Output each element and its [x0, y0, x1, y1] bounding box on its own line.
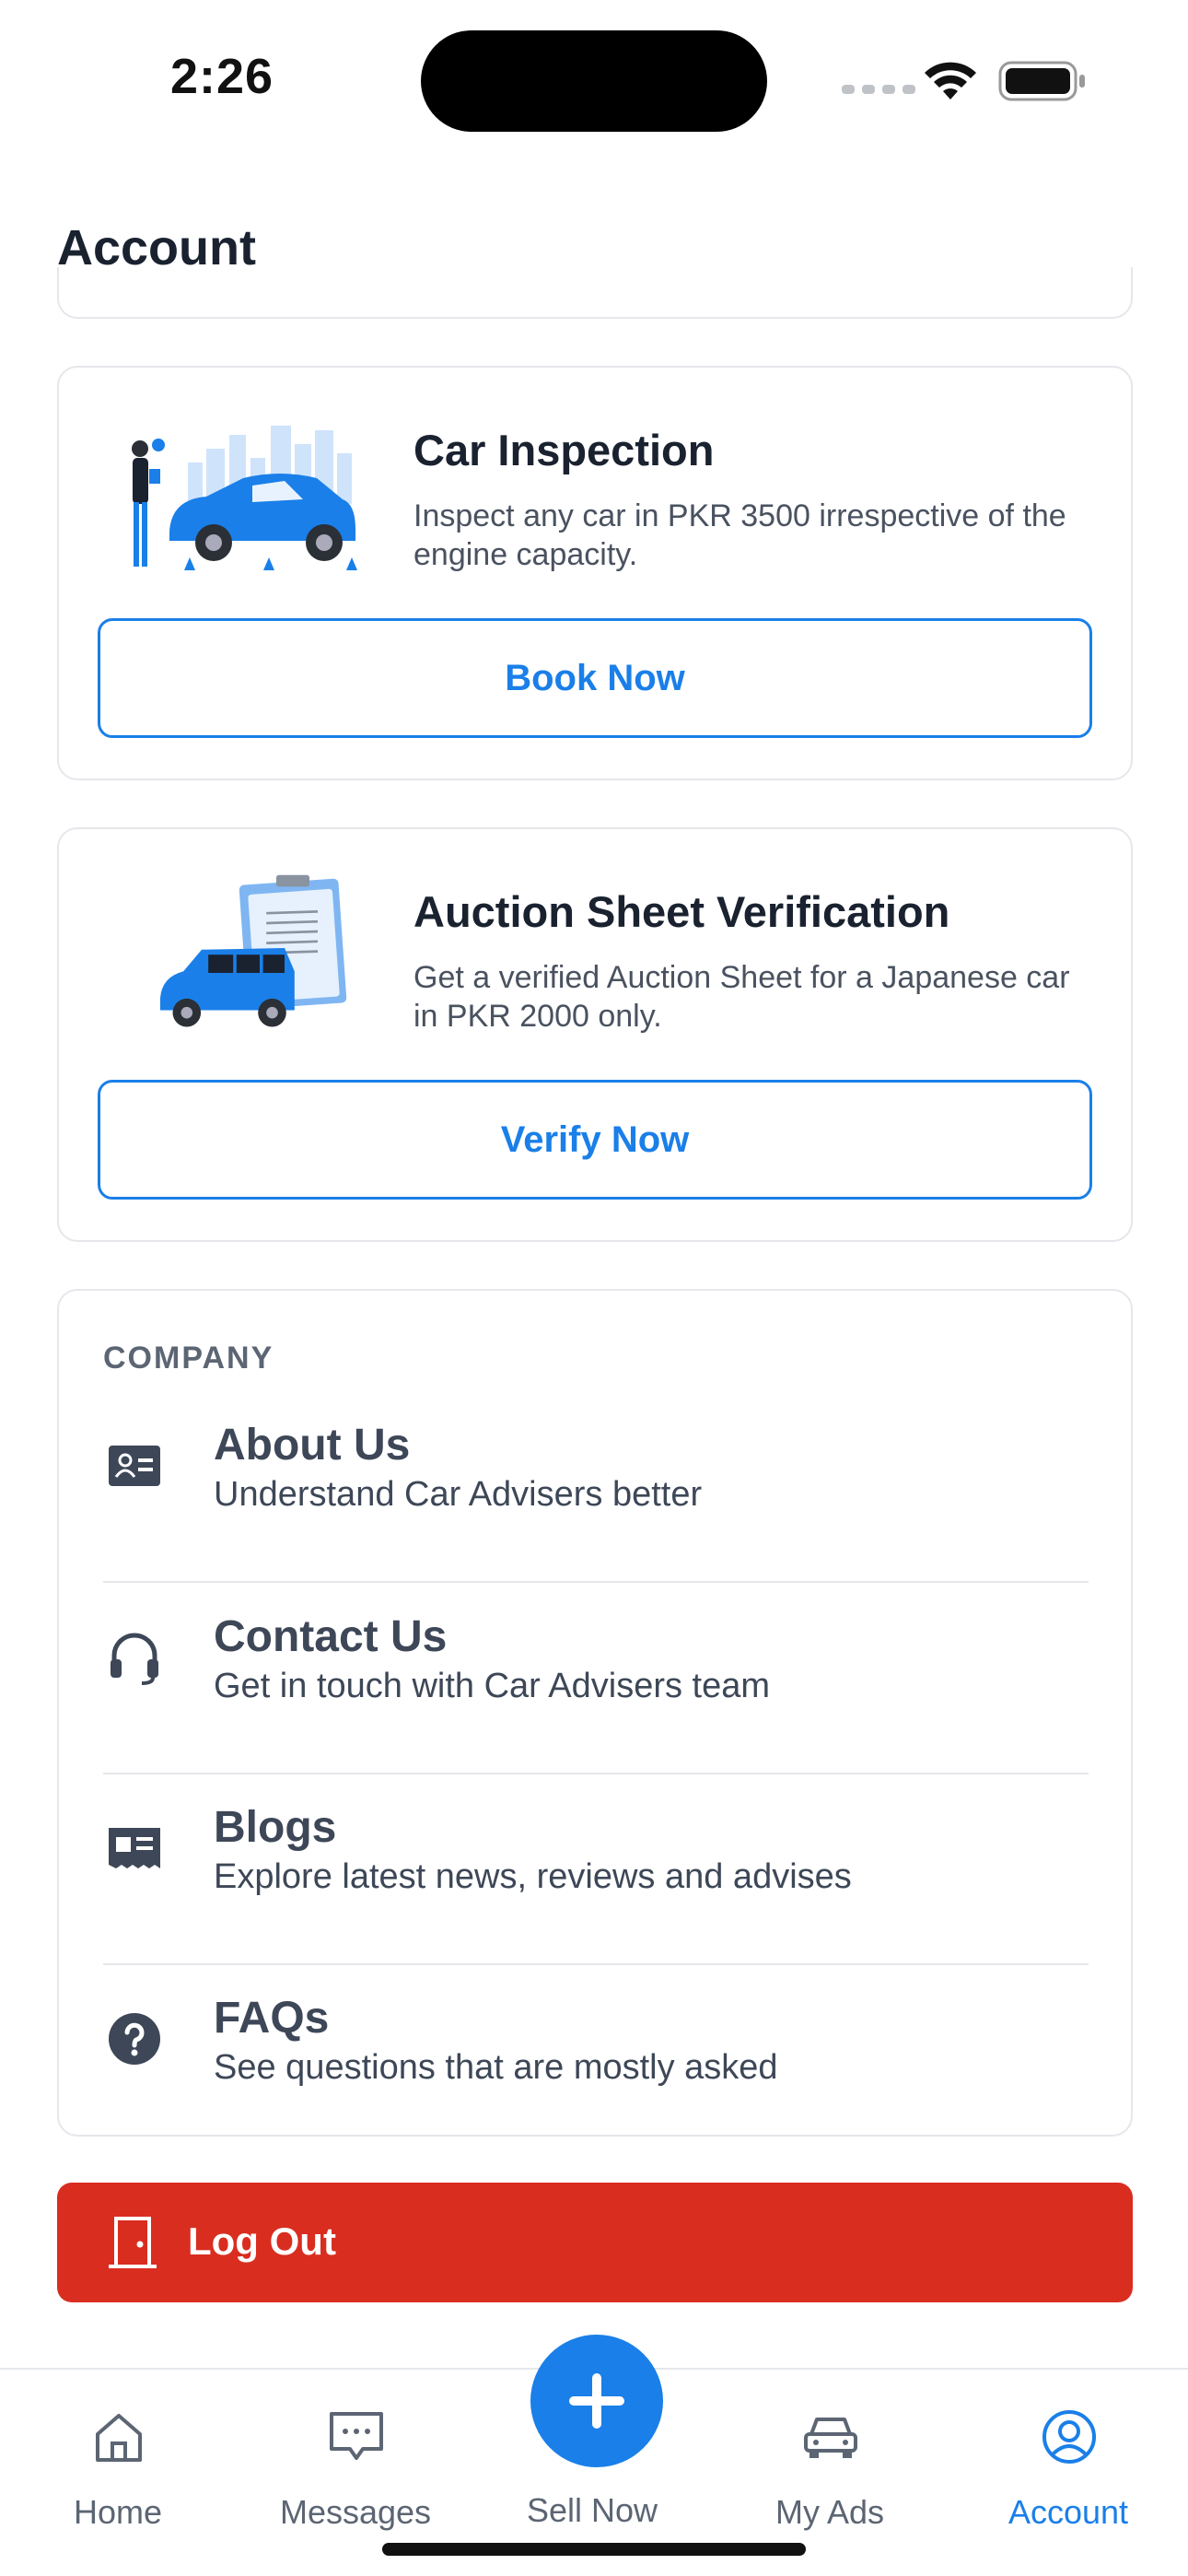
menu-item-about-us[interactable]: About Us Understand Car Advisers better [103, 1392, 1089, 1583]
status-time: 2:26 [170, 49, 274, 104]
tab-label: Account [1007, 2493, 1129, 2531]
home-icon [96, 2414, 142, 2462]
car-inspection-card: Car Inspection Inspect any car in PKR 35… [57, 366, 1133, 780]
tab-account[interactable]: Account [967, 2399, 1170, 2531]
menu-item-title: FAQs [214, 1994, 330, 2043]
auction-sheet-title: Auction Sheet Verification [413, 887, 950, 936]
divider [103, 1581, 1089, 1583]
car-icon [804, 2418, 857, 2458]
car-inspection-illustration [132, 426, 357, 570]
tab-label: My Ads [775, 2493, 885, 2531]
previous-card-edge [57, 267, 1133, 319]
menu-item-title: Blogs [214, 1803, 337, 1852]
menu-item-contact-us[interactable]: Contact Us Get in touch with Car Adviser… [103, 1584, 1089, 1774]
car-inspection-title: Car Inspection [413, 426, 715, 474]
account-icon [1042, 2410, 1096, 2464]
menu-item-blogs[interactable]: Blogs Explore latest news, reviews and a… [103, 1774, 1089, 1965]
car-inspection-description: Inspect any car in PKR 3500 irrespective… [413, 498, 1066, 572]
newspaper-icon [109, 1828, 160, 1868]
company-section-label: COMPANY [103, 1341, 274, 1376]
menu-item-title: Contact Us [214, 1612, 448, 1661]
door-icon [109, 2217, 157, 2268]
verify-now-button[interactable]: Verify Now [98, 1080, 1092, 1200]
tab-messages[interactable]: Messages [254, 2399, 457, 2531]
logout-button[interactable]: Log Out [57, 2183, 1133, 2302]
menu-item-faqs[interactable]: FAQs See questions that are mostly asked [103, 1965, 1089, 2156]
tab-label: Home [73, 2493, 163, 2531]
battery-icon [998, 61, 1085, 101]
logout-label: Log Out [188, 2219, 336, 2263]
cellular-signal-icon [842, 85, 915, 94]
wifi-icon [925, 62, 976, 100]
tab-my-ads[interactable]: My Ads [728, 2399, 931, 2531]
sell-now-button[interactable] [530, 2335, 663, 2467]
menu-item-subtitle: Explore latest news, reviews and advises [214, 1857, 852, 1896]
home-indicator [382, 2543, 806, 2556]
auction-sheet-illustration [160, 874, 347, 1027]
sell-now-label: Sell Now [526, 2491, 658, 2529]
headset-icon [111, 1633, 158, 1685]
book-now-button[interactable]: Book Now [98, 618, 1092, 738]
tab-home[interactable]: Home [17, 2399, 219, 2531]
dynamic-island [421, 30, 767, 132]
question-circle-icon [109, 2013, 160, 2065]
menu-item-subtitle: See questions that are mostly asked [214, 2048, 778, 2087]
message-icon [330, 2412, 383, 2460]
auction-sheet-card: Auction Sheet Verification Get a verifie… [57, 827, 1133, 1242]
company-section: COMPANY About Us Understand Car Advisers… [57, 1289, 1133, 2137]
menu-item-title: About Us [214, 1421, 411, 1469]
status-bar: 2:26 [0, 0, 1188, 147]
tab-label: Messages [279, 2493, 432, 2531]
menu-item-subtitle: Understand Car Advisers better [214, 1475, 703, 1514]
plus-icon [569, 2373, 624, 2429]
auction-sheet-description: Get a verified Auction Sheet for a Japan… [413, 960, 1070, 1034]
id-card-icon [109, 1446, 160, 1486]
menu-item-subtitle: Get in touch with Car Advisers team [214, 1667, 771, 1705]
